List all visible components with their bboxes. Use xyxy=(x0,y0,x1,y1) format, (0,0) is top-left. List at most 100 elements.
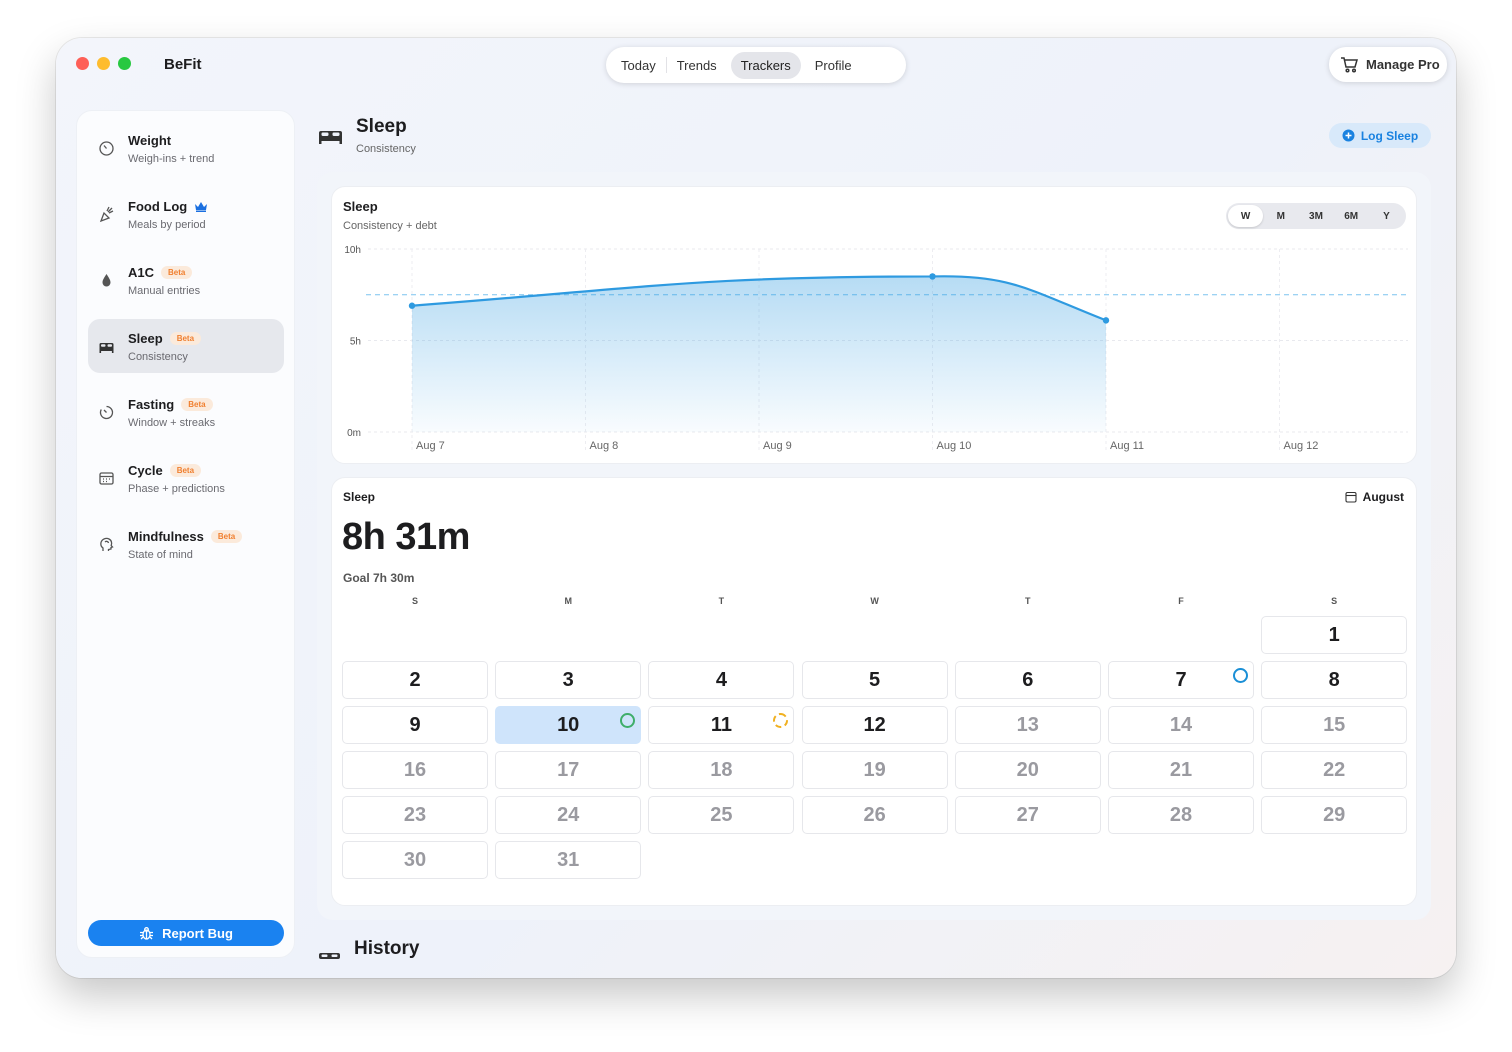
x-tick-label: Aug 8 xyxy=(590,440,619,452)
calendar-day[interactable]: 9 xyxy=(342,706,488,744)
calendar-icon xyxy=(1345,491,1357,503)
carrot-icon xyxy=(99,206,114,223)
calendar-day[interactable]: 26 xyxy=(801,796,948,834)
sidebar-item-mindfulness[interactable]: Mindfulness Beta State of mind xyxy=(88,517,284,571)
manage-pro-button[interactable]: Manage Pro xyxy=(1329,47,1447,82)
calendar-day[interactable]: 17 xyxy=(495,751,642,789)
calendar-day[interactable]: 24 xyxy=(495,796,642,834)
calendar-day[interactable]: 11 xyxy=(648,706,795,744)
calendar-day[interactable]: 20 xyxy=(954,751,1101,789)
bug-icon xyxy=(140,926,154,940)
calendar-day[interactable]: 2 xyxy=(342,661,488,699)
sidebar-item-title: Cycle xyxy=(128,463,163,478)
calendar-day[interactable]: 13 xyxy=(954,706,1101,744)
weekday-label: T xyxy=(1025,596,1031,606)
tab-trackers[interactable]: Trackers xyxy=(730,51,801,79)
calendar-day[interactable]: 23 xyxy=(342,796,488,834)
tab-today[interactable]: Today xyxy=(611,52,666,79)
sleep-area xyxy=(412,276,1106,432)
sidebar-item-title: Weight xyxy=(128,133,172,148)
sleep-area-chart: 0m 5h 10h Aug 7 Aug 8 Aug 9 Aug 10 Aug 11 Aug 12 xyxy=(344,245,1408,452)
calendar-day[interactable]: 14 xyxy=(1108,706,1254,744)
calendar-title: Sleep xyxy=(343,490,376,504)
sidebar-item-food-log[interactable]: Food Log Meals by period xyxy=(88,187,284,241)
x-tick-label: Aug 12 xyxy=(1284,440,1319,452)
weekday-label: F xyxy=(1178,596,1184,606)
sidebar-item-subtitle: Weigh-ins + trend xyxy=(128,153,215,165)
calendar-day[interactable]: 3 xyxy=(495,661,642,699)
calendar-day[interactable]: 12 xyxy=(801,706,948,744)
sidebar-item-cycle[interactable]: Cycle Beta Phase + predictions xyxy=(88,451,284,505)
sidebar-item-title: Fasting xyxy=(128,397,175,412)
x-tick-label: Aug 10 xyxy=(937,440,972,452)
plus-circle-icon xyxy=(1342,129,1355,142)
calendar-day[interactable]: 22 xyxy=(1261,751,1408,789)
x-tick-label: Aug 9 xyxy=(763,440,792,452)
drop-icon xyxy=(102,274,111,287)
app-window: BeFit Today Trends Trackers Profile Mana… xyxy=(56,38,1456,978)
beta-badge: Beta xyxy=(169,332,202,345)
calendar-day[interactable]: 27 xyxy=(954,796,1101,834)
y-tick-label: 10h xyxy=(344,245,361,256)
weekday-label: S xyxy=(411,596,418,606)
calendar-day[interactable]: 16 xyxy=(342,751,488,789)
calendar-day[interactable]: 10 xyxy=(495,706,642,744)
bed-icon xyxy=(319,131,342,144)
timer-icon xyxy=(99,405,114,420)
calendar-day[interactable]: 29 xyxy=(1261,796,1408,834)
calendar-day[interactable]: 4 xyxy=(648,661,795,699)
app-title: BeFit xyxy=(164,56,202,73)
minimize-window-button[interactable] xyxy=(97,57,110,70)
report-bug-button[interactable]: Report Bug xyxy=(88,920,284,946)
calendar-icon xyxy=(99,472,114,485)
page-title: Sleep xyxy=(356,116,407,137)
calendar-day[interactable]: 8 xyxy=(1261,661,1408,699)
sleep-goal: Goal 7h 30m xyxy=(343,571,415,585)
window-controls xyxy=(76,57,131,70)
sidebar-item-subtitle: Phase + predictions xyxy=(128,483,225,495)
beta-badge: Beta xyxy=(161,266,193,279)
calendar-day[interactable]: 28 xyxy=(1108,796,1254,834)
weekday-label: M xyxy=(564,596,572,606)
sidebar-item-fasting[interactable]: Fasting Beta Window + streaks xyxy=(88,385,284,439)
sidebar-item-title: Sleep xyxy=(128,331,163,346)
sidebar-item-subtitle: State of mind xyxy=(128,549,193,561)
calendar-day[interactable]: 31 xyxy=(495,841,642,879)
sleep-ring-indicator xyxy=(620,713,636,728)
beta-badge: Beta xyxy=(181,398,213,411)
data-point xyxy=(929,273,936,280)
zoom-window-button[interactable] xyxy=(118,57,131,70)
main-nav: Today Trends Trackers Profile xyxy=(606,47,906,83)
sidebar-item-a1c[interactable]: A1C Beta Manual entries xyxy=(88,253,284,307)
tab-trends[interactable]: Trends xyxy=(667,52,727,79)
bed-icon xyxy=(319,953,340,959)
month-label: August xyxy=(1362,490,1404,504)
calendar-day[interactable]: 7 xyxy=(1108,661,1254,699)
sidebar-item-subtitle: Meals by period xyxy=(128,219,206,231)
report-bug-label: Report Bug xyxy=(162,925,233,941)
page-subtitle: Consistency xyxy=(356,143,416,155)
calendar-day[interactable]: 1 xyxy=(1261,616,1408,654)
sidebar-item-title: Food Log xyxy=(128,199,188,214)
tab-profile[interactable]: Profile xyxy=(805,52,862,79)
calendar-day[interactable]: 6 xyxy=(954,661,1101,699)
sidebar-item-sleep[interactable]: Sleep Beta Consistency xyxy=(88,319,284,373)
sidebar-item-weight[interactable]: Weight Weigh-ins + trend xyxy=(88,121,284,175)
sleep-chart-card: Sleep Consistency + debt W M 3M 6M Y 0m 5… xyxy=(331,186,1417,464)
bed-icon xyxy=(99,343,114,353)
data-point xyxy=(408,302,416,309)
calendar-day[interactable]: 5 xyxy=(801,661,948,699)
calendar-day[interactable]: 15 xyxy=(1261,706,1408,744)
x-tick-label: Aug 11 xyxy=(1110,440,1144,452)
sidebar-item-subtitle: Manual entries xyxy=(128,285,201,297)
calendar-day[interactable]: 25 xyxy=(648,796,795,834)
close-window-button[interactable] xyxy=(76,57,89,70)
calendar-day[interactable]: 18 xyxy=(648,751,795,789)
calendar-day[interactable]: 19 xyxy=(801,751,948,789)
log-sleep-button[interactable]: Log Sleep xyxy=(1329,123,1431,148)
y-tick-label: 5h xyxy=(350,337,361,348)
calendar-day[interactable]: 21 xyxy=(1108,751,1254,789)
calendar-day[interactable]: 30 xyxy=(342,841,488,879)
x-tick-label: Aug 7 xyxy=(416,440,445,452)
month-picker[interactable]: August xyxy=(1345,490,1404,504)
